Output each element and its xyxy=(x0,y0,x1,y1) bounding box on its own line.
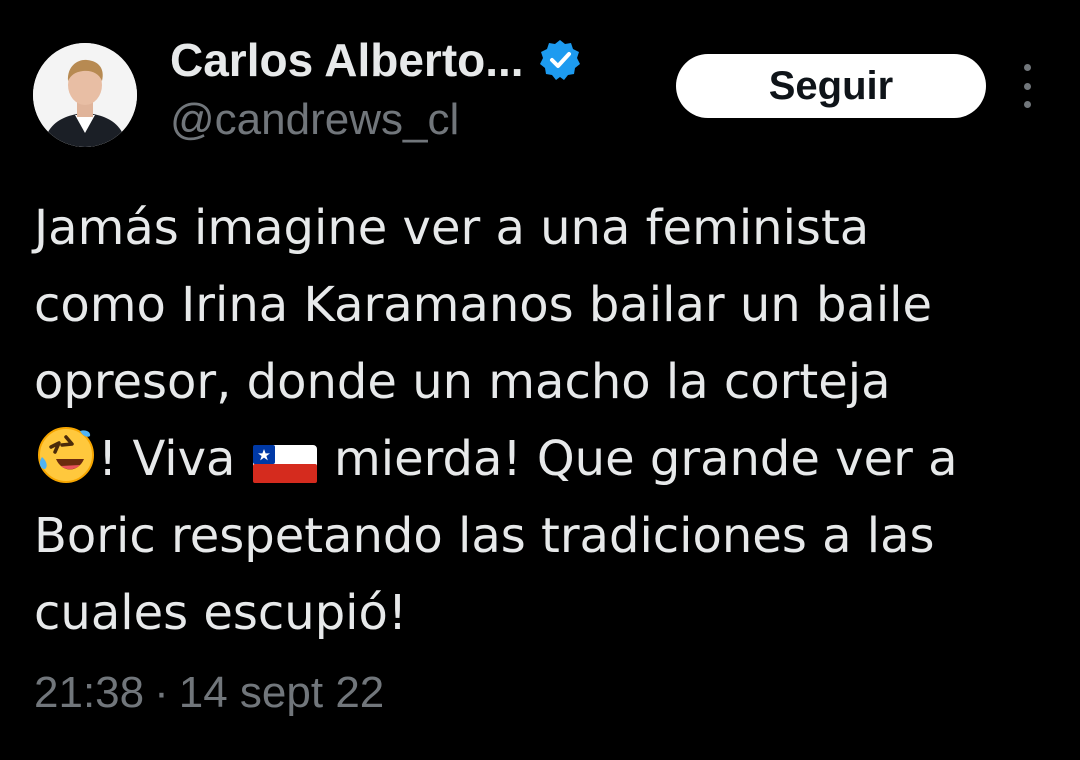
tweet-line: opresor, donde un macho la corteja xyxy=(34,354,891,410)
tweet-card: Carlos Alberto... @candrews_cl Seguir Ja… xyxy=(0,0,1080,760)
tweet-text: Jamás imagine ver a una feminista como I… xyxy=(34,190,1064,652)
avatar[interactable] xyxy=(33,43,137,147)
rolling-on-floor-laughing-emoji-icon xyxy=(34,423,98,510)
author-name-row: Carlos Alberto... xyxy=(170,30,582,90)
tweet-line: Boric respetando las tradiciones a las xyxy=(34,508,935,564)
tweet-timestamp[interactable]: 21:38 · 14 sept 22 xyxy=(34,668,384,718)
more-options-icon[interactable] xyxy=(1012,64,1042,108)
tweet-date: 14 sept 22 xyxy=(178,668,385,717)
tweet-fragment: ! Viva xyxy=(98,431,236,487)
tweet-line-with-emojis: ! Viva mierda! Que grande ver a xyxy=(34,421,1064,498)
follow-button[interactable]: Seguir xyxy=(676,54,986,118)
tweet-line: Jamás imagine ver a una feminista xyxy=(34,200,870,256)
tweet-time: 21:38 xyxy=(34,668,145,717)
timestamp-separator: · xyxy=(154,668,169,717)
tweet-line: como Irina Karamanos bailar un baile xyxy=(34,277,933,333)
tweet-line: cuales escupió! xyxy=(34,585,408,641)
author-handle[interactable]: @candrews_cl xyxy=(170,95,459,145)
tweet-fragment: mierda! Que grande ver a xyxy=(333,431,958,487)
verified-badge-icon[interactable] xyxy=(538,38,582,82)
author-display-name[interactable]: Carlos Alberto... xyxy=(170,33,524,87)
